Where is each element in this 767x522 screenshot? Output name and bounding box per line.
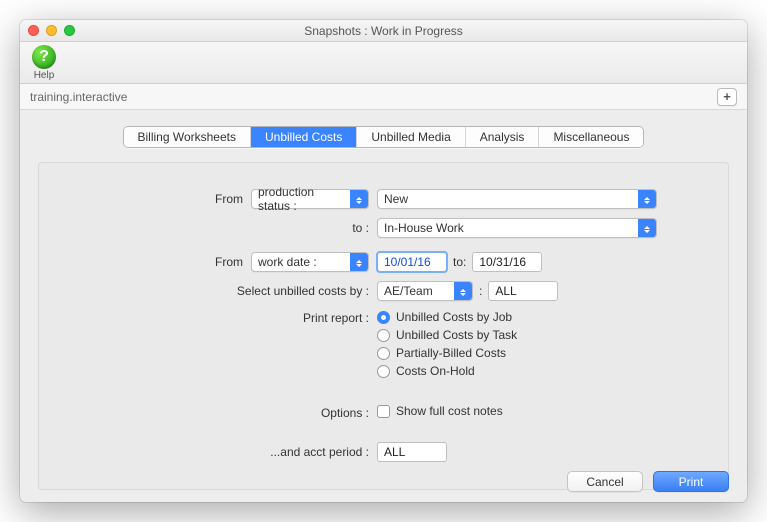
- tab-miscellaneous[interactable]: Miscellaneous: [539, 127, 643, 147]
- from-label: From: [83, 192, 251, 206]
- form-panel: From production status : New to : In-Hou…: [38, 162, 729, 490]
- date-to-value: 10/31/16: [479, 255, 526, 269]
- date-to-label: to:: [447, 255, 472, 269]
- toolbar: ? Help: [20, 42, 747, 84]
- subheader: training.interactive +: [20, 84, 747, 110]
- from-field-select[interactable]: production status :: [251, 189, 369, 209]
- window: Snapshots : Work in Progress ? Help trai…: [20, 20, 747, 502]
- tab-billing-worksheets[interactable]: Billing Worksheets: [124, 127, 251, 147]
- minimize-icon[interactable]: [46, 25, 57, 36]
- from2-field-select[interactable]: work date :: [251, 252, 369, 272]
- tab-unbilled-costs[interactable]: Unbilled Costs: [251, 127, 357, 147]
- tab-bar: Billing Worksheets Unbilled Costs Unbill…: [38, 126, 729, 148]
- print-options: Unbilled Costs by Job Unbilled Costs by …: [377, 310, 517, 382]
- costs-by-sep: :: [473, 284, 488, 298]
- chevron-updown-icon: [454, 282, 472, 300]
- tab-unbilled-media[interactable]: Unbilled Media: [357, 127, 465, 147]
- cancel-button[interactable]: Cancel: [567, 471, 643, 492]
- help-icon: ?: [32, 45, 56, 69]
- costs-by-input-value: ALL: [495, 284, 516, 298]
- radio-icon: [377, 347, 390, 360]
- context-label: training.interactive: [30, 90, 127, 104]
- tabs: Billing Worksheets Unbilled Costs Unbill…: [123, 126, 645, 148]
- from-field-value: production status :: [258, 185, 346, 213]
- traffic-lights: [28, 25, 75, 36]
- radio-label: Costs On-Hold: [396, 364, 475, 378]
- acct-period-value: ALL: [384, 445, 405, 459]
- costs-by-label: Select unbilled costs by :: [83, 284, 377, 298]
- print-report-label: Print report :: [83, 310, 377, 325]
- status-to-value: In-House Work: [384, 221, 464, 235]
- close-icon[interactable]: [28, 25, 39, 36]
- option-full-notes[interactable]: Show full cost notes: [377, 404, 503, 418]
- checkbox-icon: [377, 405, 390, 418]
- radio-opt-1[interactable]: Unbilled Costs by Task: [377, 328, 517, 342]
- costs-by-value: AE/Team: [384, 284, 433, 298]
- footer-buttons: Cancel Print: [567, 471, 729, 492]
- help-label: Help: [34, 70, 55, 81]
- radio-opt-2[interactable]: Partially-Billed Costs: [377, 346, 517, 360]
- status-from-select[interactable]: New: [377, 189, 657, 209]
- status-to-select[interactable]: In-House Work: [377, 218, 657, 238]
- chevron-updown-icon: [350, 253, 368, 271]
- radio-label: Unbilled Costs by Job: [396, 310, 512, 324]
- from2-label: From: [83, 255, 251, 269]
- titlebar: Snapshots : Work in Progress: [20, 20, 747, 42]
- add-button[interactable]: +: [717, 88, 737, 106]
- to-label: to :: [83, 221, 377, 235]
- date-from-value: 10/01/16: [384, 255, 431, 269]
- date-from-input[interactable]: 10/01/16: [377, 252, 447, 272]
- print-button[interactable]: Print: [653, 471, 729, 492]
- tab-analysis[interactable]: Analysis: [466, 127, 540, 147]
- date-to-input[interactable]: 10/31/16: [472, 252, 542, 272]
- radio-label: Unbilled Costs by Task: [396, 328, 517, 342]
- acct-period-label: ...and acct period :: [83, 445, 377, 459]
- radio-opt-3[interactable]: Costs On-Hold: [377, 364, 517, 378]
- radio-icon: [377, 329, 390, 342]
- costs-by-select[interactable]: AE/Team: [377, 281, 473, 301]
- radio-icon: [377, 311, 390, 324]
- chevron-updown-icon: [350, 190, 368, 208]
- content: Billing Worksheets Unbilled Costs Unbill…: [20, 110, 747, 502]
- status-from-value: New: [384, 192, 408, 206]
- zoom-icon[interactable]: [64, 25, 75, 36]
- window-title: Snapshots : Work in Progress: [28, 24, 739, 38]
- options-label: Options :: [83, 406, 377, 420]
- chevron-updown-icon: [638, 190, 656, 208]
- radio-opt-0[interactable]: Unbilled Costs by Job: [377, 310, 517, 324]
- acct-period-input[interactable]: ALL: [377, 442, 447, 462]
- radio-label: Partially-Billed Costs: [396, 346, 506, 360]
- chevron-updown-icon: [638, 219, 656, 237]
- help-button[interactable]: ? Help: [32, 45, 56, 81]
- radio-icon: [377, 365, 390, 378]
- costs-by-input[interactable]: ALL: [488, 281, 558, 301]
- checkbox-label: Show full cost notes: [396, 404, 503, 418]
- from2-field-value: work date :: [258, 255, 317, 269]
